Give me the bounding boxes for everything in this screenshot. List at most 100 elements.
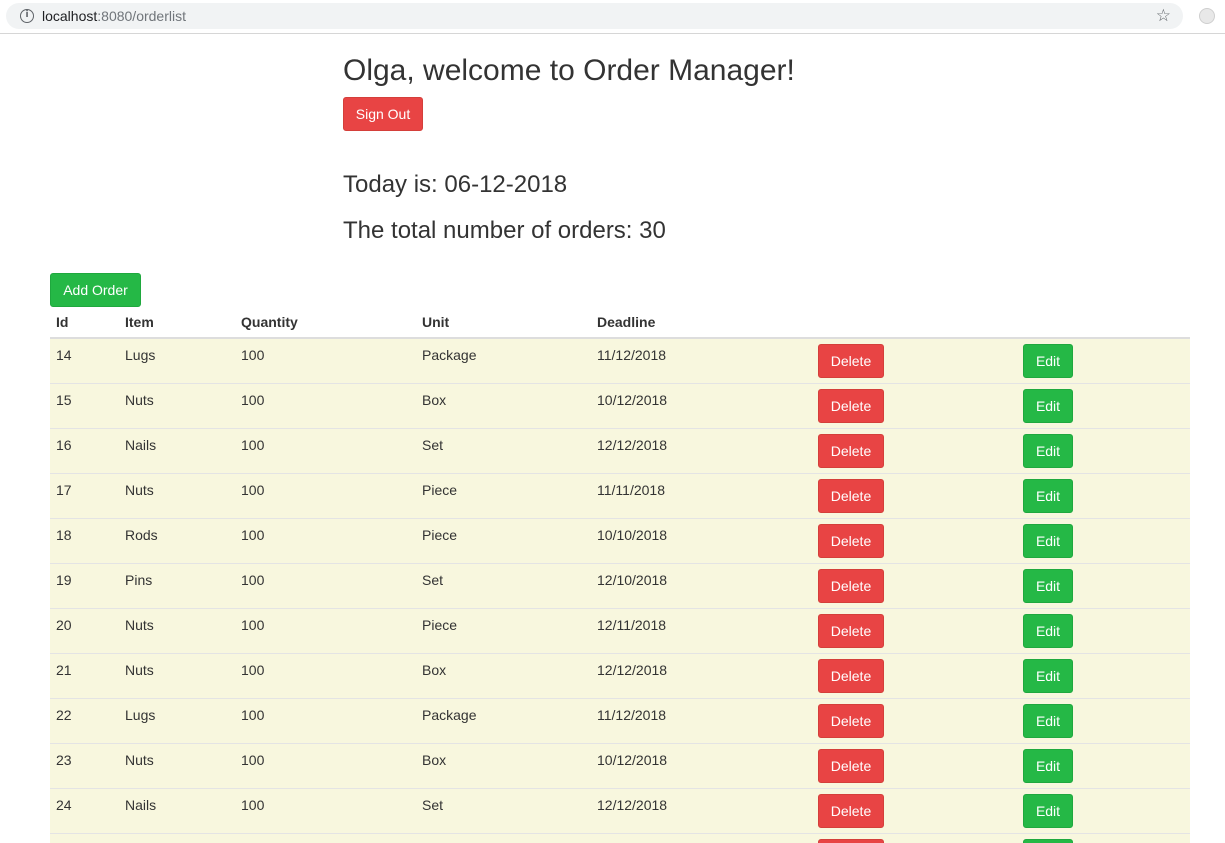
- cell-quantity: 100: [235, 652, 416, 698]
- table-header-row: Id Item Quantity Unit Deadline: [50, 310, 1190, 339]
- column-header-unit: Unit: [416, 310, 591, 339]
- delete-button[interactable]: Delete: [818, 568, 884, 603]
- cell-id: 19: [50, 562, 119, 608]
- welcome-heading: Olga, welcome to Order Manager!: [343, 54, 795, 87]
- cell-edit: Edit: [1017, 427, 1190, 473]
- address-bar[interactable]: i localhost:8080/orderlist ☆: [6, 3, 1183, 29]
- table-row: 17 Nuts 100 Piece 11/11/2018 Delete Edit: [50, 472, 1190, 518]
- cell-delete: Delete: [812, 697, 1017, 743]
- cell-edit: Edit: [1017, 382, 1190, 428]
- cell-item: Nails: [119, 427, 235, 473]
- column-header-quantity: Quantity: [235, 310, 416, 339]
- cell-unit: Box: [416, 742, 591, 788]
- cell-edit: Edit: [1017, 832, 1190, 843]
- cell-delete: Delete: [812, 562, 1017, 608]
- cell-delete: Delete: [812, 427, 1017, 473]
- sign-out-button[interactable]: Sign Out: [343, 97, 423, 131]
- cell-id: 24: [50, 787, 119, 833]
- edit-button[interactable]: Edit: [1023, 748, 1073, 783]
- cell-delete: Delete: [812, 337, 1017, 383]
- cell-item: Lugs: [119, 697, 235, 743]
- extension-icon[interactable]: [1199, 8, 1215, 24]
- delete-button[interactable]: Delete: [818, 703, 884, 738]
- cell-id: 14: [50, 337, 119, 383]
- cell-delete: Delete: [812, 742, 1017, 788]
- cell-unit: Piece: [416, 517, 591, 563]
- edit-button[interactable]: Edit: [1023, 523, 1073, 558]
- add-order-button[interactable]: Add Order: [50, 273, 141, 307]
- cell-deadline: 11/11/2018: [591, 472, 812, 518]
- cell-delete: Delete: [812, 607, 1017, 653]
- edit-button[interactable]: Edit: [1023, 433, 1073, 468]
- cell-quantity: 100: [235, 742, 416, 788]
- column-header-id: Id: [50, 310, 119, 339]
- delete-button[interactable]: Delete: [818, 388, 884, 423]
- delete-button[interactable]: Delete: [818, 433, 884, 468]
- cell-quantity: 100: [235, 562, 416, 608]
- cell-deadline: 12/12/2018: [591, 427, 812, 473]
- cell-unit: Package: [416, 697, 591, 743]
- cell-edit: Edit: [1017, 472, 1190, 518]
- cell-deadline: 10/12/2018: [591, 382, 812, 428]
- edit-button[interactable]: Edit: [1023, 613, 1073, 648]
- bookmark-star-icon[interactable]: ☆: [1156, 6, 1171, 26]
- cell-unit: Piece: [416, 607, 591, 653]
- edit-button[interactable]: Edit: [1023, 568, 1073, 603]
- edit-button[interactable]: Edit: [1023, 703, 1073, 738]
- cell-deadline: 10/10/2018: [591, 517, 812, 563]
- orders-table: Id Item Quantity Unit Deadline 14 Lugs 100…: [50, 310, 1190, 843]
- cell-quantity: 100: [235, 472, 416, 518]
- edit-button[interactable]: Edit: [1023, 838, 1073, 843]
- cell-id: 21: [50, 652, 119, 698]
- edit-button[interactable]: Edit: [1023, 344, 1073, 378]
- edit-button[interactable]: Edit: [1023, 478, 1073, 513]
- column-header-item: Item: [119, 310, 235, 339]
- delete-button[interactable]: Delete: [818, 613, 884, 648]
- table-row: 19 Pins 100 Set 12/10/2018 Delete Edit: [50, 562, 1190, 608]
- total-orders: The total number of orders: 30: [343, 217, 666, 244]
- cell-id: 23: [50, 742, 119, 788]
- cell-id: 22: [50, 697, 119, 743]
- cell-edit: Edit: [1017, 742, 1190, 788]
- today-date: Today is: 06-12-2018: [343, 171, 568, 198]
- cell-id: 15: [50, 382, 119, 428]
- delete-button[interactable]: Delete: [818, 344, 884, 378]
- url-host: localhost: [42, 8, 98, 24]
- edit-button[interactable]: Edit: [1023, 658, 1073, 693]
- delete-button[interactable]: Delete: [818, 793, 884, 828]
- cell-delete: Delete: [812, 787, 1017, 833]
- cell-deadline: 12/12/2018: [591, 652, 812, 698]
- cell-quantity: 100: [235, 337, 416, 383]
- delete-button[interactable]: Delete: [818, 838, 884, 843]
- cell-quantity: [235, 832, 416, 843]
- cell-deadline: 10/12/2018: [591, 742, 812, 788]
- cell-item: Rods: [119, 517, 235, 563]
- cell-item: Nuts: [119, 472, 235, 518]
- url-text[interactable]: localhost:8080/orderlist: [42, 8, 186, 24]
- delete-button[interactable]: Delete: [818, 748, 884, 783]
- delete-button[interactable]: Delete: [818, 478, 884, 513]
- cell-id: 20: [50, 607, 119, 653]
- cell-deadline: 12/10/2018: [591, 562, 812, 608]
- delete-button[interactable]: Delete: [818, 658, 884, 693]
- cell-unit: Set: [416, 427, 591, 473]
- edit-button[interactable]: Edit: [1023, 793, 1073, 828]
- delete-button[interactable]: Delete: [818, 523, 884, 558]
- info-icon[interactable]: i: [20, 9, 34, 23]
- cell-delete: Delete: [812, 472, 1017, 518]
- table-row: 15 Nuts 100 Box 10/12/2018 Delete Edit: [50, 382, 1190, 428]
- table-row: 16 Nails 100 Set 12/12/2018 Delete Edit: [50, 427, 1190, 473]
- cell-delete: Delete: [812, 652, 1017, 698]
- cell-edit: Edit: [1017, 607, 1190, 653]
- cell-item: Pins: [119, 562, 235, 608]
- cell-edit: Edit: [1017, 652, 1190, 698]
- cell-quantity: 100: [235, 382, 416, 428]
- table-row: 24 Nails 100 Set 12/12/2018 Delete Edit: [50, 787, 1190, 833]
- column-header-edit: [1017, 310, 1190, 339]
- cell-delete: Delete: [812, 517, 1017, 563]
- edit-button[interactable]: Edit: [1023, 388, 1073, 423]
- cell-edit: Edit: [1017, 337, 1190, 383]
- cell-deadline: 11/12/2018: [591, 337, 812, 383]
- cell-edit: Edit: [1017, 517, 1190, 563]
- table-row: 23 Nuts 100 Box 10/12/2018 Delete Edit: [50, 742, 1190, 788]
